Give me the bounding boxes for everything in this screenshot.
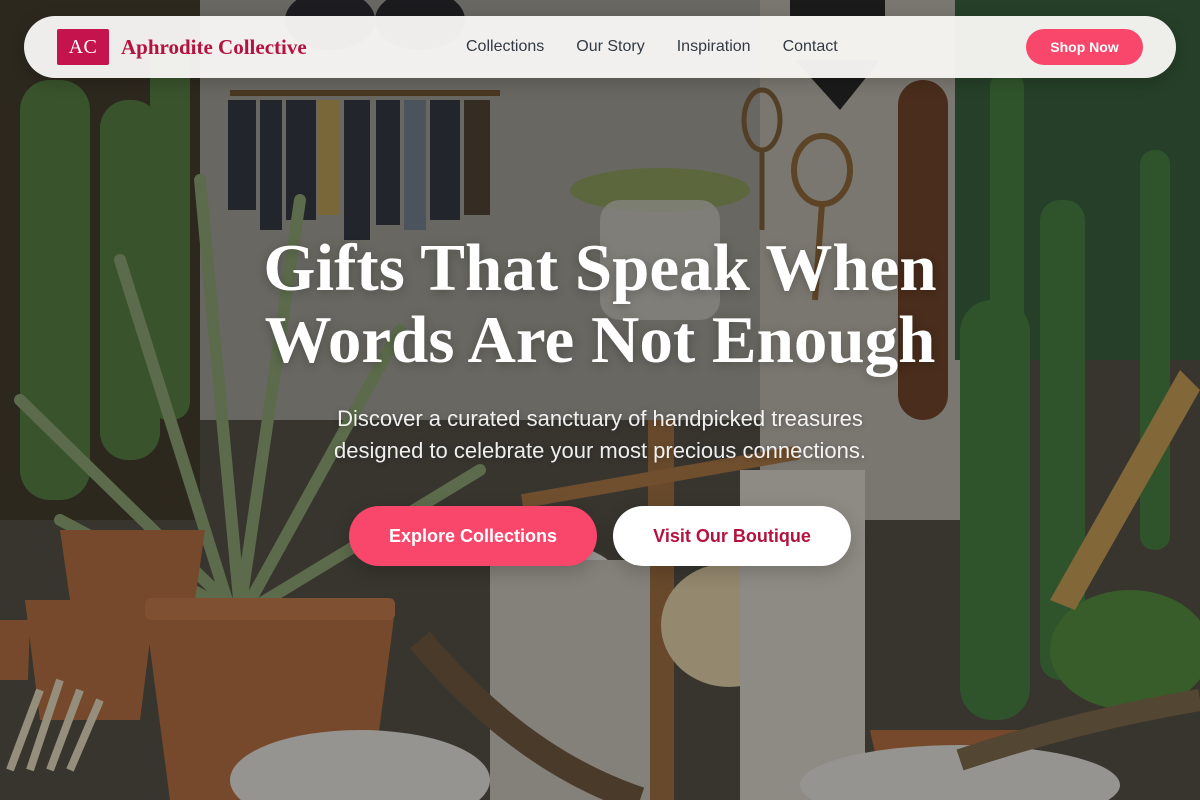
brand-name: Aphrodite Collective [121,34,307,59]
nav-link-collections[interactable]: Collections [466,38,544,56]
nav-links: Collections Our Story Inspiration Contac… [466,16,838,78]
hero-subtitle: Discover a curated sanctuary of handpick… [0,403,1200,467]
hero-title: Gifts That Speak When Words Are Not Enou… [0,232,1200,376]
hero-title-line-1: Gifts That Speak When [263,231,937,305]
brand-logo-link[interactable]: AC Aphrodite Collective [57,29,307,65]
explore-collections-button[interactable]: Explore Collections [349,506,597,566]
hero-background-image [0,0,1200,800]
top-navbar: AC Aphrodite Collective Collections Our … [24,16,1176,78]
hero-subtitle-line-2: designed to celebrate your most precious… [334,438,866,463]
nav-link-contact[interactable]: Contact [783,38,838,56]
nav-link-inspiration[interactable]: Inspiration [677,38,751,56]
visit-boutique-button[interactable]: Visit Our Boutique [613,506,851,566]
brand-monogram: AC [57,29,109,65]
shop-now-button[interactable]: Shop Now [1026,29,1143,65]
hero-title-line-2: Words Are Not Enough [264,303,936,377]
nav-link-our-story[interactable]: Our Story [576,38,644,56]
hero-subtitle-line-1: Discover a curated sanctuary of handpick… [337,406,863,431]
hero-actions: Explore Collections Visit Our Boutique [0,506,1200,566]
